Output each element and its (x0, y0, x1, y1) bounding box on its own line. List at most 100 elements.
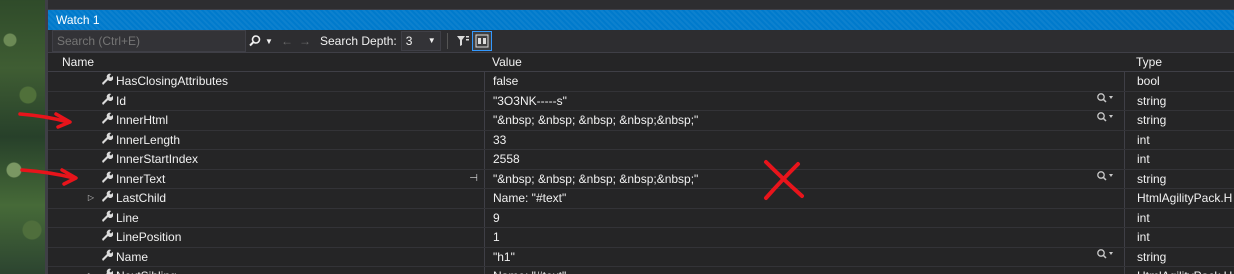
type-cell: string (1124, 169, 1234, 188)
property-value[interactable]: "&nbsp; &nbsp; &nbsp; &nbsp;&nbsp;" (493, 111, 698, 129)
property-value[interactable]: 2558 (493, 150, 520, 168)
type-cell: string (1124, 111, 1234, 130)
value-cell[interactable]: "&nbsp; &nbsp; &nbsp; &nbsp;&nbsp;" (484, 111, 1124, 130)
property-value[interactable]: 1 (493, 228, 500, 246)
name-cell[interactable]: ▷InnerStartIndex (48, 150, 484, 169)
property-value[interactable]: "h1" (493, 248, 515, 266)
value-cell[interactable]: 1 (484, 228, 1124, 247)
name-cell[interactable]: ▷InnerText⊣ (48, 170, 484, 189)
watch-row[interactable]: ▷InnerText⊣"&nbsp; &nbsp; &nbsp; &nbsp;&… (48, 169, 1234, 189)
watch-row[interactable]: ▷Name "h1" string (48, 247, 1234, 267)
triangle-right-icon[interactable]: ▷ (86, 267, 96, 274)
name-cell[interactable]: ▷LinePosition (48, 228, 484, 247)
watch-row[interactable]: ▷InnerLength 33 int (48, 130, 1234, 150)
watch-row[interactable]: ▷InnerStartIndex 2558 int (48, 150, 1234, 170)
wrench-icon (98, 111, 114, 129)
column-header-name[interactable]: Name (48, 53, 484, 71)
watch-row[interactable]: ▷ NextSibling Name: "#text" HtmlAgilityPack… (48, 267, 1234, 274)
property-name: HasClosingAttributes (116, 74, 229, 89)
search-dropdown-icon[interactable]: ▼ (264, 32, 274, 50)
wrench-icon (98, 248, 114, 266)
filter-icon[interactable] (454, 32, 472, 50)
search-icon[interactable] (246, 32, 264, 50)
name-cell[interactable]: ▷Name (48, 248, 484, 267)
magnifier-icon[interactable] (1096, 248, 1114, 266)
type-cell: HtmlAgilityPack.H (1124, 189, 1234, 208)
watch-row[interactable]: ▷LinePosition 1 int (48, 228, 1234, 248)
hex-display-icon[interactable] (471, 31, 492, 51)
property-value[interactable]: Name: "#text" (493, 189, 566, 207)
type-cell: string (1124, 247, 1234, 266)
property-name: InnerHtml (116, 113, 169, 128)
type-cell: int (1124, 130, 1234, 149)
value-cell[interactable]: 2558 (484, 150, 1124, 169)
search-depth-select[interactable]: 3 ▼ (400, 31, 441, 51)
wrench-icon (98, 209, 114, 227)
watch-panel: Watch 1 ▼ ← → Search Depth: 3 ▼ Name (48, 0, 1234, 274)
property-value[interactable]: 33 (493, 131, 506, 149)
name-cell[interactable]: ▷ NextSibling (48, 267, 484, 274)
property-name: InnerStartIndex (116, 152, 199, 167)
wrench-icon (98, 131, 114, 149)
search-input[interactable] (52, 30, 246, 52)
magnifier-icon[interactable] (1096, 92, 1114, 110)
watch-row[interactable]: ▷ LastChild Name: "#text" HtmlAgilityPack.H (48, 189, 1234, 209)
name-cell[interactable]: ▷Id (48, 92, 484, 111)
wrench-icon (98, 170, 114, 188)
value-cell[interactable]: "h1" (484, 247, 1124, 266)
value-cell[interactable]: Name: "#text" (484, 267, 1124, 274)
property-name: InnerText (116, 171, 166, 186)
type-cell: int (1124, 150, 1234, 169)
watch-rows: ▷HasClosingAttributesfalsebool▷Id"3O3NK-… (48, 72, 1234, 274)
value-cell[interactable]: "&nbsp; &nbsp; &nbsp; &nbsp;&nbsp;" (484, 169, 1124, 188)
value-cell[interactable]: 9 (484, 208, 1124, 227)
property-value[interactable]: "3O3NK-----s" (493, 92, 567, 110)
property-value[interactable]: 9 (493, 209, 500, 227)
type-cell: int (1124, 208, 1234, 227)
wrench-icon (98, 228, 114, 246)
name-cell[interactable]: ▷HasClosingAttributes (48, 72, 484, 91)
toolbar-separator (446, 33, 448, 49)
value-cell[interactable]: Name: "#text" (484, 189, 1124, 208)
type-cell: int (1124, 228, 1234, 247)
watch-toolbar: ▼ ← → Search Depth: 3 ▼ (48, 30, 1234, 53)
forward-arrow-icon[interactable]: → (296, 32, 314, 50)
name-cell[interactable]: ▷InnerHtml (48, 111, 484, 130)
name-cell[interactable]: ▷ LastChild (48, 189, 484, 208)
type-cell: HtmlAgilityPack.H (1124, 267, 1234, 274)
property-value[interactable]: false (493, 72, 518, 90)
property-name: Line (116, 210, 139, 225)
type-cell: bool (1124, 72, 1234, 91)
type-cell: string (1124, 91, 1234, 110)
screenshot-frame: Watch 1 ▼ ← → Search Depth: 3 ▼ Name (0, 0, 1234, 274)
watch-row[interactable]: ▷InnerHtml "&nbsp; &nbsp; &nbsp; &nbsp;&n… (48, 111, 1234, 131)
property-value[interactable]: "&nbsp; &nbsp; &nbsp; &nbsp;&nbsp;" (493, 170, 698, 188)
column-header-value[interactable]: Value (484, 53, 1124, 71)
search-depth-value: 3 (405, 34, 413, 48)
property-name: Id (116, 93, 127, 108)
value-cell[interactable]: "3O3NK-----s" (484, 91, 1124, 110)
wrench-icon (98, 72, 114, 90)
value-cell[interactable]: false (484, 72, 1124, 91)
wrench-icon (98, 189, 114, 207)
search-depth-label: Search Depth: (320, 34, 397, 48)
pin-icon[interactable]: ⊣ (469, 170, 478, 188)
back-arrow-icon[interactable]: ← (278, 32, 296, 50)
background-photo (0, 0, 45, 274)
triangle-right-icon[interactable]: ▷ (86, 189, 96, 207)
top-strip (48, 0, 1234, 10)
name-cell[interactable]: ▷InnerLength (48, 131, 484, 150)
column-header-type[interactable]: Type (1124, 53, 1234, 71)
watch-row[interactable]: ▷Id "3O3NK-----s" string (48, 91, 1234, 111)
magnifier-icon[interactable] (1096, 111, 1114, 129)
watch-row[interactable]: ▷HasClosingAttributes false bool (48, 72, 1234, 92)
value-cell[interactable]: 33 (484, 130, 1124, 149)
column-header-row: Name Value Type (48, 53, 1234, 72)
name-cell[interactable]: ▷Line (48, 209, 484, 228)
property-value[interactable]: Name: "#text" (493, 267, 566, 274)
property-name: InnerLength (116, 132, 181, 147)
magnifier-icon[interactable] (1096, 170, 1114, 188)
property-name: LinePosition (116, 230, 182, 245)
tool-window-title[interactable]: Watch 1 (48, 10, 1234, 30)
watch-row[interactable]: ▷Line 9 int (48, 208, 1234, 228)
